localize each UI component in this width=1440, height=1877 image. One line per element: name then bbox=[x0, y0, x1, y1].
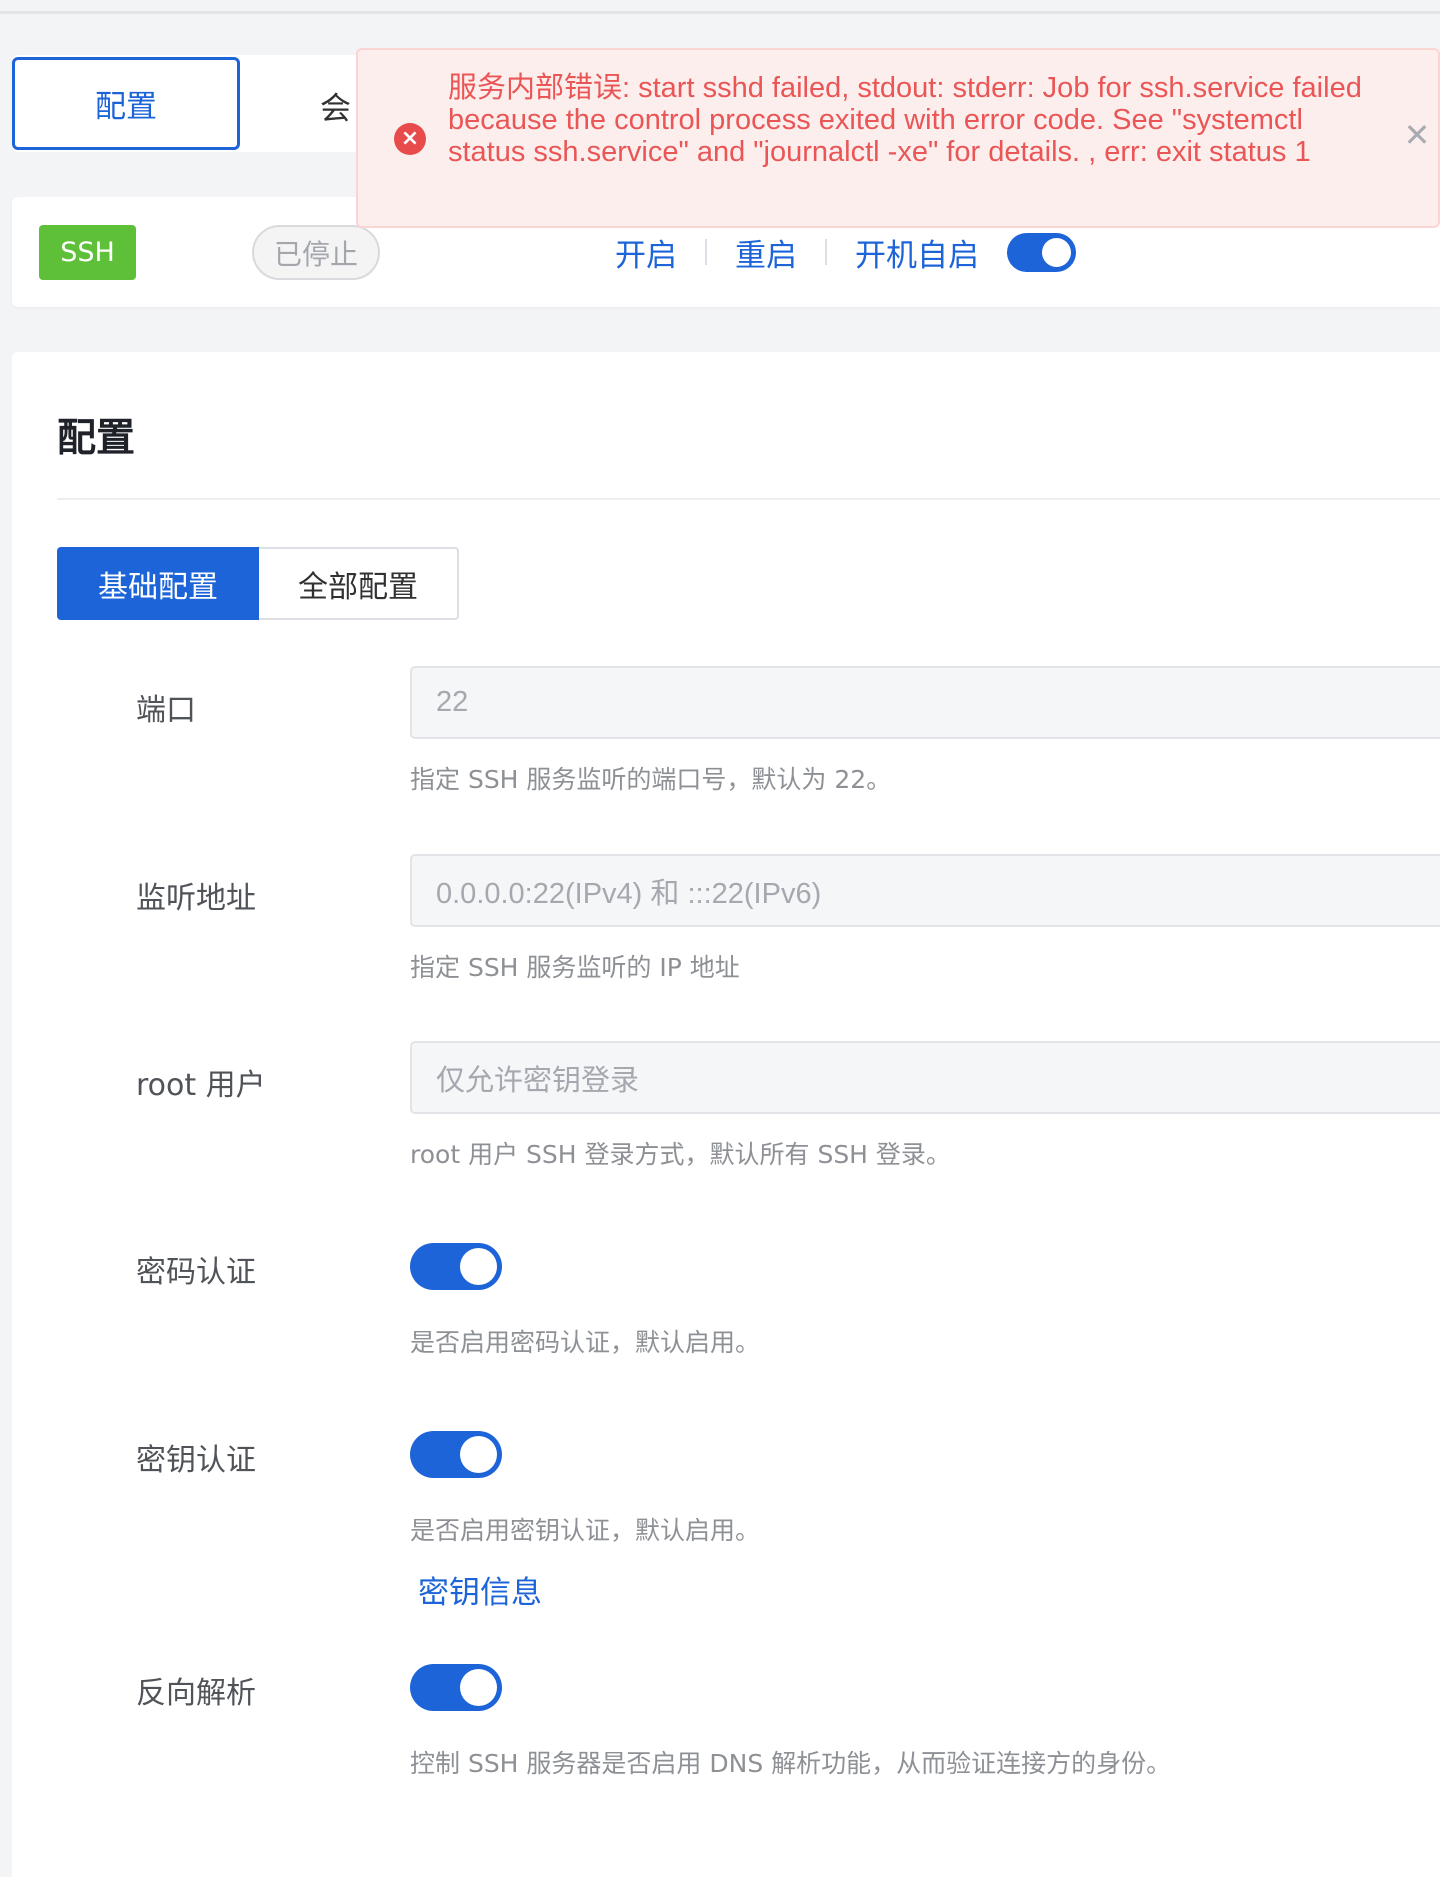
service-actions: 开启 重启 开机自启 bbox=[615, 230, 1076, 274]
tab-basic-config[interactable]: 基础配置 bbox=[57, 547, 259, 620]
restart-button[interactable]: 重启 bbox=[735, 230, 797, 275]
password-auth-label: 密码认证 bbox=[136, 1255, 256, 1290]
error-toast: × 服务内部错误: start sshd failed, stdout: std… bbox=[356, 48, 1440, 228]
config-mode-tabs: 基础配置 全部配置 bbox=[57, 547, 459, 620]
toggle-knob bbox=[460, 1248, 497, 1285]
port-label: 端口 bbox=[136, 693, 196, 728]
reverse-dns-label: 反向解析 bbox=[136, 1676, 256, 1711]
port-input[interactable]: 22 bbox=[410, 666, 1440, 739]
password-auth-hint: 是否启用密码认证，默认启用。 bbox=[410, 1328, 761, 1357]
start-button[interactable]: 开启 bbox=[615, 230, 677, 275]
root-user-hint: root 用户 SSH 登录方式，默认所有 SSH 登录。 bbox=[410, 1140, 951, 1169]
divider bbox=[825, 239, 827, 265]
config-title: 配置 bbox=[57, 416, 136, 461]
autostart-label: 开机自启 bbox=[855, 237, 979, 274]
toggle-knob bbox=[1042, 237, 1071, 267]
reverse-dns-toggle[interactable] bbox=[410, 1664, 502, 1711]
key-auth-label: 密钥认证 bbox=[136, 1443, 256, 1478]
tab-session[interactable]: 会 bbox=[320, 83, 351, 128]
error-message: 服务内部错误: start sshd failed, stdout: stder… bbox=[448, 72, 1362, 168]
config-card: 配置 基础配置 全部配置 端口 22 指定 SSH 服务监听的端口号，默认为 2… bbox=[12, 352, 1440, 1877]
listen-address-input[interactable]: 0.0.0.0:22(IPv4) 和 :::22(IPv6) bbox=[410, 854, 1440, 927]
root-user-label: root 用户 bbox=[136, 1068, 266, 1103]
divider bbox=[705, 239, 707, 265]
tab-config[interactable]: 配置 bbox=[12, 57, 240, 150]
listen-address-label: 监听地址 bbox=[136, 881, 256, 916]
key-auth-hint: 是否启用密钥认证，默认启用。 bbox=[410, 1516, 761, 1545]
tab-all-config[interactable]: 全部配置 bbox=[259, 547, 459, 620]
status-badge: 已停止 bbox=[252, 225, 380, 280]
listen-address-hint: 指定 SSH 服务监听的 IP 地址 bbox=[410, 953, 740, 982]
port-hint: 指定 SSH 服务监听的端口号，默认为 22。 bbox=[410, 765, 892, 794]
close-icon[interactable]: ✕ bbox=[1402, 119, 1432, 151]
divider bbox=[57, 498, 1440, 500]
key-auth-toggle[interactable] bbox=[410, 1431, 502, 1478]
service-name-tag: SSH bbox=[39, 225, 136, 280]
password-auth-toggle[interactable] bbox=[410, 1243, 502, 1290]
error-circle-icon: × bbox=[394, 123, 426, 155]
root-login-select[interactable]: 仅允许密钥登录 bbox=[410, 1041, 1440, 1114]
key-info-link[interactable]: 密钥信息 bbox=[418, 1567, 542, 1612]
top-border bbox=[0, 0, 1440, 14]
toggle-knob bbox=[460, 1669, 497, 1706]
autostart-toggle[interactable] bbox=[1007, 232, 1076, 272]
reverse-dns-hint: 控制 SSH 服务器是否启用 DNS 解析功能，从而验证连接方的身份。 bbox=[410, 1749, 1172, 1778]
toggle-knob bbox=[460, 1436, 497, 1473]
